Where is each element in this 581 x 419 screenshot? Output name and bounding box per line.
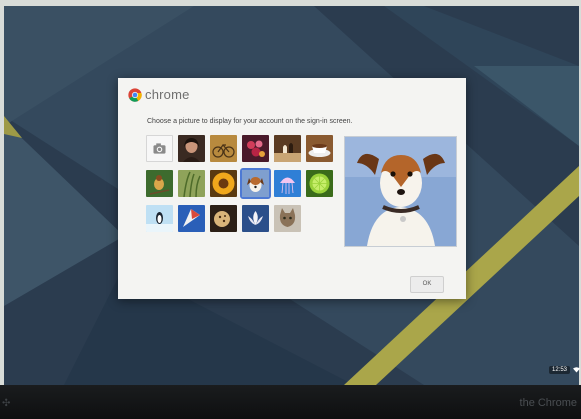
kite-photo[interactable] (178, 205, 205, 232)
status-tray[interactable]: 12:53 (549, 366, 581, 374)
chess-photo[interactable] (274, 135, 301, 162)
bezel-logo-icon: ✣ (2, 398, 11, 409)
selected-picture-preview (344, 136, 457, 247)
jellyfish-photo[interactable] (274, 170, 301, 197)
grass-photo[interactable] (178, 170, 205, 197)
flowers-photo[interactable] (242, 135, 269, 162)
lotus-photo[interactable] (242, 205, 269, 232)
ok-button[interactable]: OK (410, 276, 444, 293)
lime-photo[interactable] (306, 170, 333, 197)
bicycle-photo[interactable] (210, 135, 237, 162)
cat-photo[interactable] (274, 205, 301, 232)
woman-photo[interactable] (178, 135, 205, 162)
monitor-bezel (0, 385, 581, 419)
picture-grid (146, 135, 341, 232)
monitor: chrome Choose a picture to display for y… (0, 0, 581, 419)
chrome-logo-icon (128, 87, 142, 102)
dog-photo[interactable] (240, 168, 271, 199)
user-image-dialog: chrome Choose a picture to display for y… (118, 78, 466, 299)
coffee-photo[interactable] (306, 135, 333, 162)
chrome-brand: chrome (128, 87, 190, 102)
dog-preview-image (345, 137, 456, 246)
bezel-brand-label: the Chrome (519, 397, 577, 409)
picture-prompt: Choose a picture to display for your acc… (147, 118, 353, 125)
wifi-icon (573, 367, 581, 373)
camera-icon[interactable] (146, 135, 173, 162)
penguin-photo[interactable] (146, 205, 173, 232)
clock[interactable]: 12:53 (549, 366, 571, 374)
bird-photo[interactable] (146, 170, 173, 197)
cookie-photo[interactable] (210, 205, 237, 232)
sunflower-photo[interactable] (210, 170, 237, 197)
brand-name: chrome (145, 87, 190, 102)
